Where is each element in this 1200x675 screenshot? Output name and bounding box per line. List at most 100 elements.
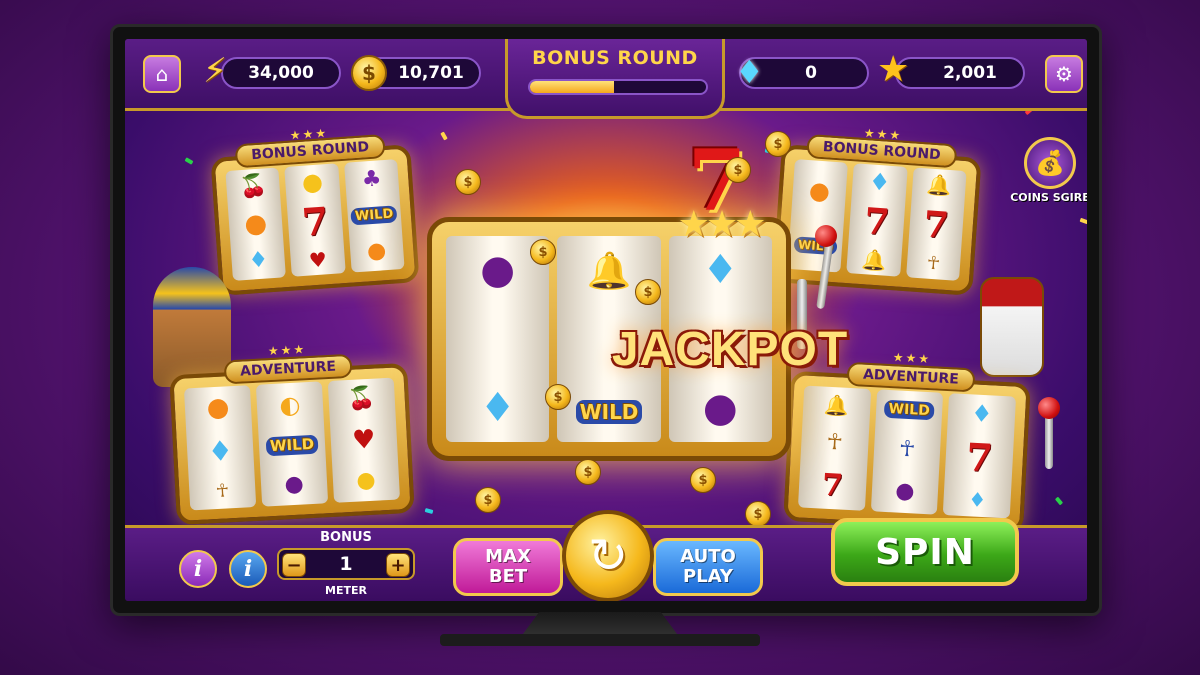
- energy-counter: 34,000: [221, 57, 341, 89]
- game-screen: ⌂ 34,000 ⚡ 10,701 $ BONUS ROUND 0 ♦ 2,00…: [125, 39, 1087, 601]
- increase-button[interactable]: +: [386, 553, 410, 577]
- reel: ♦ 7 ♦: [943, 393, 1017, 519]
- wild-symbol: WILD: [350, 205, 398, 226]
- reels: 🔔 ☥ 7 WILD ☥ ● ♦ 7 ♦: [797, 385, 1017, 519]
- treasure-pot-icon: 💰: [1024, 137, 1076, 189]
- pharaoh-icon: ☥: [898, 436, 916, 463]
- spin-button[interactable]: SPIN: [831, 518, 1019, 586]
- reel: 🍒 ♥ ●: [327, 377, 401, 503]
- info-button-purple[interactable]: i: [179, 550, 217, 588]
- plum-icon: ●: [283, 470, 305, 497]
- slot-machine-adventure-right[interactable]: ★★★ ADVENTURE 🔔 ☥ 7 WILD ☥ ● ♦ 7 ♦: [783, 350, 1031, 534]
- bonus-meter: − 1 +: [277, 548, 415, 580]
- reel: ♦ 7 🔔: [846, 163, 908, 277]
- bonus-label: BONUS: [320, 530, 372, 545]
- max-bet-button[interactable]: MAX BET: [453, 538, 563, 596]
- spin-refresh-button[interactable]: ↻: [562, 510, 654, 601]
- seven-symbol: 7: [922, 203, 951, 247]
- cherry-icon: ♥: [351, 424, 377, 456]
- auto-play-button[interactable]: AUTO PLAY: [653, 538, 763, 596]
- reel: 🔔 7 ☥: [905, 167, 967, 281]
- reel: WILD ☥ ●: [870, 389, 944, 515]
- auto-play-label-line2: PLAY: [683, 566, 733, 587]
- auto-play-label-line1: AUTO: [680, 546, 736, 567]
- reels: ● ♦ ☥ ◐ WILD ● 🍒 ♥ ●: [183, 377, 401, 511]
- meter-label: METER: [325, 584, 367, 597]
- reel: 🍒 ● ♦: [225, 167, 287, 281]
- jackpot-label: JACKPOT: [611, 323, 849, 376]
- plum-icon: ●: [702, 384, 738, 431]
- confetti: [184, 157, 194, 165]
- orange-icon: ●: [366, 237, 388, 265]
- lever-knob[interactable]: [1038, 397, 1060, 419]
- diamond-icon: ♦: [247, 247, 270, 275]
- gems-value: 0: [805, 63, 817, 83]
- bell-icon: 🔔: [925, 172, 953, 199]
- seven-symbol: 7: [862, 200, 891, 244]
- coin-icon: $: [725, 157, 751, 183]
- diamond-icon: ♦: [735, 53, 764, 91]
- coin-icon: $: [475, 487, 501, 513]
- diamond-icon: ♦: [967, 487, 987, 513]
- confetti: [440, 131, 448, 141]
- refresh-icon: ↻: [587, 528, 629, 584]
- orange-icon: ●: [243, 208, 269, 240]
- top-bar: ⌂ 34,000 ⚡ 10,701 $ BONUS ROUND 0 ♦ 2,00…: [125, 39, 1087, 119]
- slot-machine-bonus-right[interactable]: ★★★ BONUS ROUND ● WILD ♦ 7 🔔 🔔 7 ☥: [772, 126, 982, 296]
- stars-counter: 2,001: [895, 57, 1025, 89]
- gear-icon: ⚙: [1055, 62, 1073, 86]
- bell-icon: 🔔: [586, 250, 632, 292]
- plum-icon: ●: [894, 478, 916, 505]
- bell-icon: 🔔: [860, 247, 888, 273]
- meter-value: 1: [339, 553, 353, 575]
- max-bet-label-line2: BET: [488, 566, 528, 587]
- diamond-icon: ♦: [206, 434, 234, 469]
- confetti: [424, 508, 434, 514]
- home-icon: ⌂: [155, 62, 169, 86]
- reel: ◐ WILD ●: [255, 381, 329, 507]
- cherry-icon: 🍒: [238, 172, 268, 200]
- coin-icon: $: [530, 239, 556, 265]
- confetti: [1079, 217, 1087, 225]
- wild-symbol: WILD: [575, 400, 643, 425]
- coins-store-button[interactable]: 💰 COINS SGIRE: [1010, 137, 1087, 204]
- slot-machine-bonus-left[interactable]: ★★★ BONUS ROUND 🍒 ● ♦ ● 7 ♥ ♣ WILD ●: [210, 126, 420, 296]
- lemon-icon: ●: [355, 468, 377, 494]
- diamond-icon: ♦: [867, 167, 892, 197]
- grapes-icon: ♣: [360, 166, 383, 193]
- cherry-icon: 🍒: [347, 385, 377, 412]
- reel: 🔔 ☥ 7: [797, 385, 871, 511]
- reel: ● ♦ ☥: [183, 385, 257, 511]
- bonus-progress-fill: [530, 81, 615, 93]
- reels: ● WILD ♦ 7 🔔 🔔 7 ☥: [787, 159, 967, 281]
- diamond-icon: ♦: [702, 247, 739, 294]
- coin-icon: $: [545, 384, 571, 410]
- diamond-icon: ♦: [970, 398, 994, 429]
- pharaoh-icon: ☥: [825, 429, 844, 456]
- orange-slice-icon: ◐: [278, 390, 302, 420]
- bottom-bar: i i BONUS − 1 + METER MAX BET AUTO PLAY …: [125, 510, 1087, 601]
- info-button-blue[interactable]: i: [229, 550, 267, 588]
- confetti: [1054, 496, 1064, 506]
- info-icon: i: [193, 556, 203, 582]
- cherry-icon: ♥: [308, 247, 328, 273]
- minus-icon: −: [286, 554, 302, 576]
- bonus-round-meter: BONUS ROUND: [505, 39, 725, 119]
- seven-symbol: 7: [821, 467, 844, 504]
- bell-icon: 🔔: [823, 392, 850, 419]
- coin-icon: $: [455, 169, 481, 195]
- decrease-button[interactable]: −: [282, 553, 306, 577]
- plus-icon: +: [390, 554, 406, 576]
- coins-store-label: COINS SGIRE: [1010, 191, 1087, 204]
- slot-machine-adventure-left[interactable]: ★★★ ADVENTURE ● ♦ ☥ ◐ WILD ● 🍒 ♥ ●: [169, 342, 415, 526]
- diamond-icon: ♦: [479, 384, 516, 431]
- lever-knob[interactable]: [815, 225, 837, 247]
- reel: ♣ WILD ●: [343, 159, 405, 273]
- settings-button[interactable]: ⚙: [1045, 55, 1083, 93]
- bonus-progress-bar: [528, 79, 708, 95]
- home-button[interactable]: ⌂: [143, 55, 181, 93]
- seven-symbol: 7: [300, 198, 330, 245]
- info-icon: i: [243, 556, 253, 582]
- pharaoh-character: [153, 267, 231, 387]
- stars-value: 2,001: [943, 63, 997, 83]
